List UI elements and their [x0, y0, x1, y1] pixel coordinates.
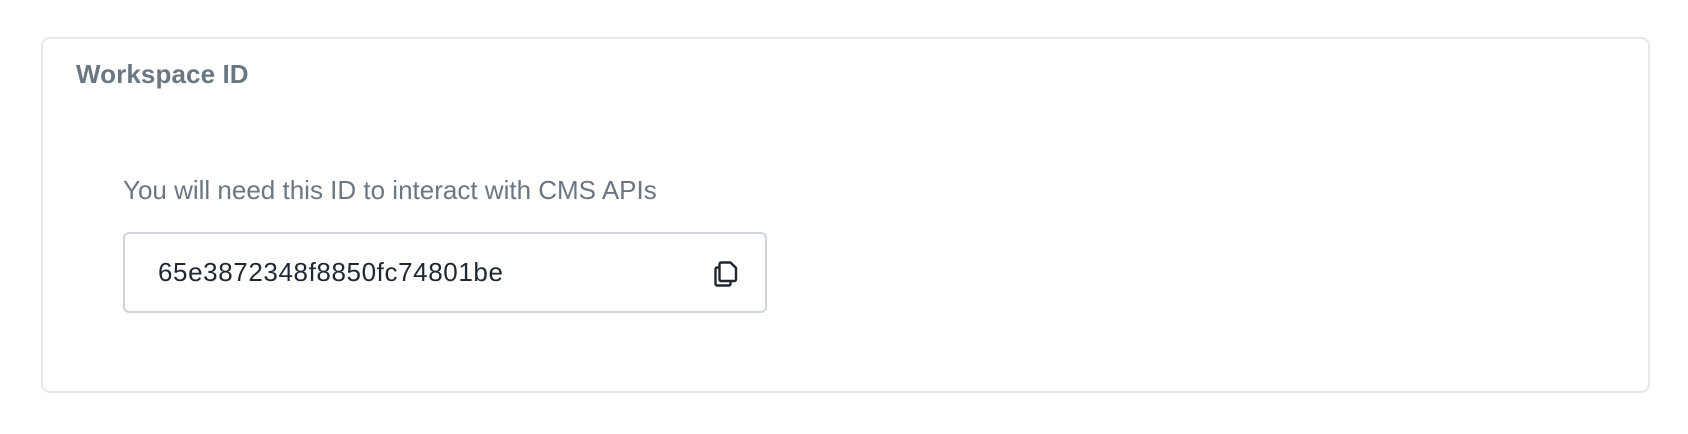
workspace-id-helper-text: You will need this ID to interact with C… [123, 175, 657, 205]
workspace-id-value[interactable]: 65e3872348f8850fc74801be [158, 257, 709, 288]
copy-button[interactable] [709, 256, 743, 290]
workspace-id-card: Workspace ID You will need this ID to in… [41, 37, 1650, 393]
workspace-id-field[interactable]: 65e3872348f8850fc74801be [123, 232, 767, 313]
card-title: Workspace ID [76, 59, 249, 89]
copy-icon [714, 260, 738, 287]
